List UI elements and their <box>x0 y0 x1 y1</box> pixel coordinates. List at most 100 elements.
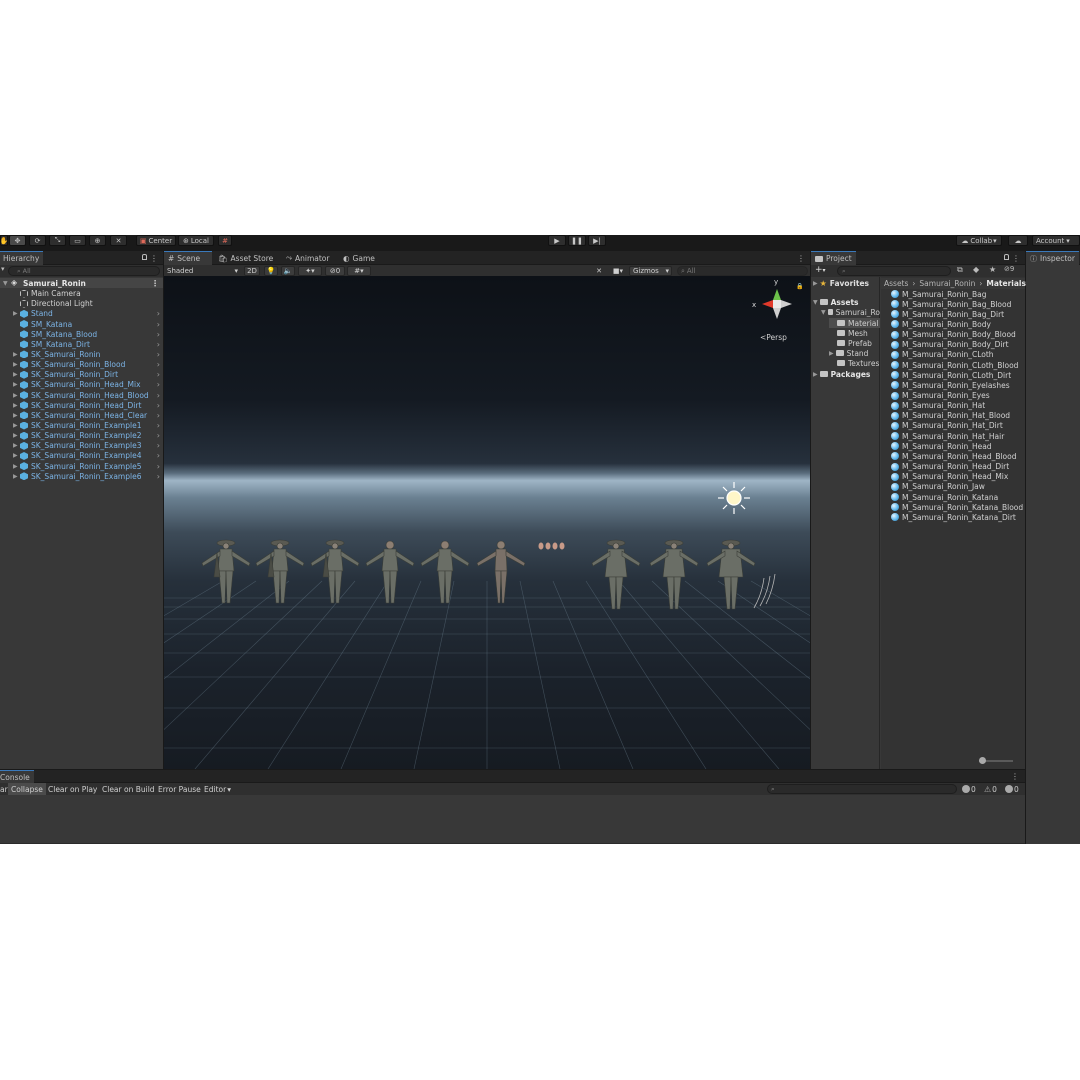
expand-arrow-icon[interactable]: ▼ <box>813 299 818 306</box>
hand-tool-button[interactable]: ✋ <box>0 235 8 246</box>
zoom-slider[interactable] <box>979 757 1013 764</box>
breadcrumb-item[interactable]: Materials <box>986 279 1026 288</box>
material-item[interactable]: M_Samurai_Ronin_Head_Dirt <box>891 462 1009 472</box>
camera-dropdown[interactable]: ■▾ <box>608 266 628 276</box>
lock-icon[interactable] <box>1004 254 1009 260</box>
tab-scene[interactable]: # Scene <box>164 251 212 265</box>
error-count-toggle[interactable]: 0 <box>1005 784 1019 794</box>
material-item[interactable]: M_Samurai_Ronin_Head_Mix <box>891 472 1008 482</box>
hierarchy-item[interactable]: ▶ SK_Samurai_Ronin_Head_Mix › <box>0 380 163 390</box>
more-options-icon[interactable]: ⋮ <box>1012 251 1020 265</box>
draw-mode-dropdown[interactable]: Shaded ▾ <box>164 266 240 276</box>
scale-tool-button[interactable]: ⤡ <box>49 235 66 246</box>
hierarchy-item[interactable]: ▶ SK_Samurai_Ronin_Head_Dirt › <box>0 400 163 410</box>
hierarchy-item[interactable]: SM_Katana_Blood › <box>0 329 163 339</box>
material-item[interactable]: M_Samurai_Ronin_CLoth <box>891 350 994 360</box>
pivot-rotation-button[interactable]: ⊛ Local <box>178 235 214 246</box>
search-by-type-icon[interactable]: ⧉ <box>957 265 963 275</box>
material-item[interactable]: M_Samurai_Ronin_Eyelashes <box>891 380 1010 390</box>
tab-asset-store[interactable]: 🛍 Asset Store <box>214 251 277 265</box>
console-search-input[interactable]: ⌕ <box>767 784 957 794</box>
material-item[interactable]: M_Samurai_Ronin_Bag <box>891 289 986 299</box>
material-item[interactable]: M_Samurai_Ronin_Hat <box>891 401 985 411</box>
project-tree-item[interactable]: ▶ Packages <box>813 369 880 379</box>
hierarchy-item[interactable]: ▶ SK_Samurai_Ronin_Example2 › <box>0 431 163 441</box>
chevron-right-icon[interactable]: › <box>157 309 160 318</box>
material-item[interactable]: M_Samurai_Ronin_Hat_Dirt <box>891 421 1003 431</box>
chevron-right-icon[interactable]: › <box>157 391 160 400</box>
lighting-toggle[interactable]: 💡 <box>264 266 278 276</box>
zoom-slider-thumb[interactable] <box>979 757 986 764</box>
grid-dropdown[interactable]: #▾ <box>347 266 371 276</box>
hierarchy-item[interactable]: ▶ SK_Samurai_Ronin_Head_Blood › <box>0 390 163 400</box>
projection-toggle[interactable]: <Persp <box>760 333 787 342</box>
audio-toggle[interactable]: 🔈 <box>281 266 295 276</box>
more-options-icon[interactable]: ⋮ <box>151 279 159 288</box>
material-item[interactable]: M_Samurai_Ronin_Head_Blood <box>891 451 1016 461</box>
expand-arrow-icon[interactable]: ▶ <box>829 350 834 357</box>
hierarchy-item[interactable]: ▶ SK_Samurai_Ronin_Example4 › <box>0 451 163 461</box>
more-options-icon[interactable]: ⋮ <box>1011 770 1019 783</box>
warning-count-toggle[interactable]: ⚠ 0 <box>984 784 997 794</box>
tab-project[interactable]: Project <box>811 251 856 265</box>
expand-arrow-icon[interactable]: ▶ <box>13 402 18 409</box>
hierarchy-item[interactable]: ▶ SK_Samurai_Ronin_Blood › <box>0 360 163 370</box>
hidden-objects-toggle[interactable]: ⊘ 0 <box>325 266 345 276</box>
breadcrumb-item[interactable]: Samurai_Ronin <box>919 279 975 288</box>
chevron-right-icon[interactable]: › <box>157 360 160 369</box>
tab-console[interactable]: Console <box>0 770 34 783</box>
pivot-mode-button[interactable]: ▣ Center <box>136 235 176 246</box>
grid-snap-button[interactable]: # <box>218 235 232 246</box>
project-tree-item[interactable]: Textures <box>829 358 880 368</box>
expand-arrow-icon[interactable]: ▶ <box>13 361 18 368</box>
hierarchy-item[interactable]: ▶ SK_Samurai_Ronin_Example6 › <box>0 471 163 481</box>
chevron-right-icon[interactable]: › <box>157 330 160 339</box>
chevron-right-icon[interactable]: › <box>157 421 160 430</box>
error-pause-toggle[interactable]: Error Pause <box>155 783 204 795</box>
project-tree-item[interactable]: ▶ Stand <box>829 348 880 358</box>
transform-tool-button[interactable]: ⊕ <box>89 235 106 246</box>
expand-arrow-icon[interactable]: ▶ <box>13 432 18 439</box>
expand-arrow-icon[interactable]: ▶ <box>13 463 18 470</box>
hidden-packages-toggle[interactable]: ⊘9 <box>1004 265 1014 273</box>
orientation-gizmo[interactable] <box>762 289 792 319</box>
expand-arrow-icon[interactable]: ▶ <box>13 381 18 388</box>
expand-arrow-icon[interactable]: ▶ <box>813 371 818 378</box>
hierarchy-item[interactable]: SM_Katana › <box>0 319 163 329</box>
hierarchy-item[interactable]: ▶ SK_Samurai_Ronin › <box>0 349 163 359</box>
add-icon[interactable]: ▾ <box>1 265 5 273</box>
tab-animator[interactable]: ⤳ Animator <box>282 251 333 265</box>
chevron-right-icon[interactable]: › <box>157 340 160 349</box>
move-tool-button[interactable]: ✥ <box>9 235 26 246</box>
tools-button[interactable]: ✕ <box>592 266 606 276</box>
chevron-right-icon[interactable]: › <box>157 441 160 450</box>
rotate-tool-button[interactable]: ⟳ <box>29 235 46 246</box>
project-tree-item[interactable]: Mesh <box>829 328 880 338</box>
material-item[interactable]: M_Samurai_Ronin_CLoth_Dirt <box>891 370 1011 380</box>
editor-dropdown[interactable]: Editor ▾ <box>201 783 234 795</box>
hierarchy-item[interactable]: ▶ SK_Samurai_Ronin_Head_Clear › <box>0 410 163 420</box>
material-item[interactable]: M_Samurai_Ronin_Bag_Blood <box>891 299 1011 309</box>
more-options-icon[interactable]: ⋮ <box>797 251 805 265</box>
material-item[interactable]: M_Samurai_Ronin_Body_Dirt <box>891 340 1009 350</box>
hierarchy-item[interactable]: SM_Katana_Dirt › <box>0 339 163 349</box>
tab-hierarchy[interactable]: Hierarchy <box>0 251 44 265</box>
scene-viewport[interactable]: 🔒 y x <Persp <box>164 276 810 769</box>
tab-game[interactable]: ◐ Game <box>339 251 379 265</box>
material-item[interactable]: M_Samurai_Ronin_Hat_Hair <box>891 431 1004 441</box>
toggle-2d-button[interactable]: 2D <box>244 266 260 276</box>
play-button[interactable]: ▶ <box>548 235 566 246</box>
chevron-right-icon[interactable]: › <box>157 380 160 389</box>
hierarchy-item[interactable]: Main Camera <box>0 289 163 299</box>
project-tree-item[interactable]: ▼ Assets <box>813 297 880 307</box>
log-count-toggle[interactable]: 0 <box>962 784 976 794</box>
chevron-right-icon[interactable]: › <box>157 320 160 329</box>
tab-inspector[interactable]: ⓘ Inspector <box>1026 251 1079 265</box>
chevron-right-icon[interactable]: › <box>157 370 160 379</box>
material-item[interactable]: M_Samurai_Ronin_CLoth_Blood <box>891 360 1018 370</box>
expand-arrow-icon[interactable]: ▶ <box>13 310 18 317</box>
favorites-row[interactable]: ▶ ★ Favorites <box>813 278 869 288</box>
expand-arrow-icon[interactable]: ▶ <box>13 412 18 419</box>
chevron-right-icon[interactable]: › <box>157 411 160 420</box>
gizmos-dropdown[interactable]: Gizmos ▾ <box>629 266 672 276</box>
